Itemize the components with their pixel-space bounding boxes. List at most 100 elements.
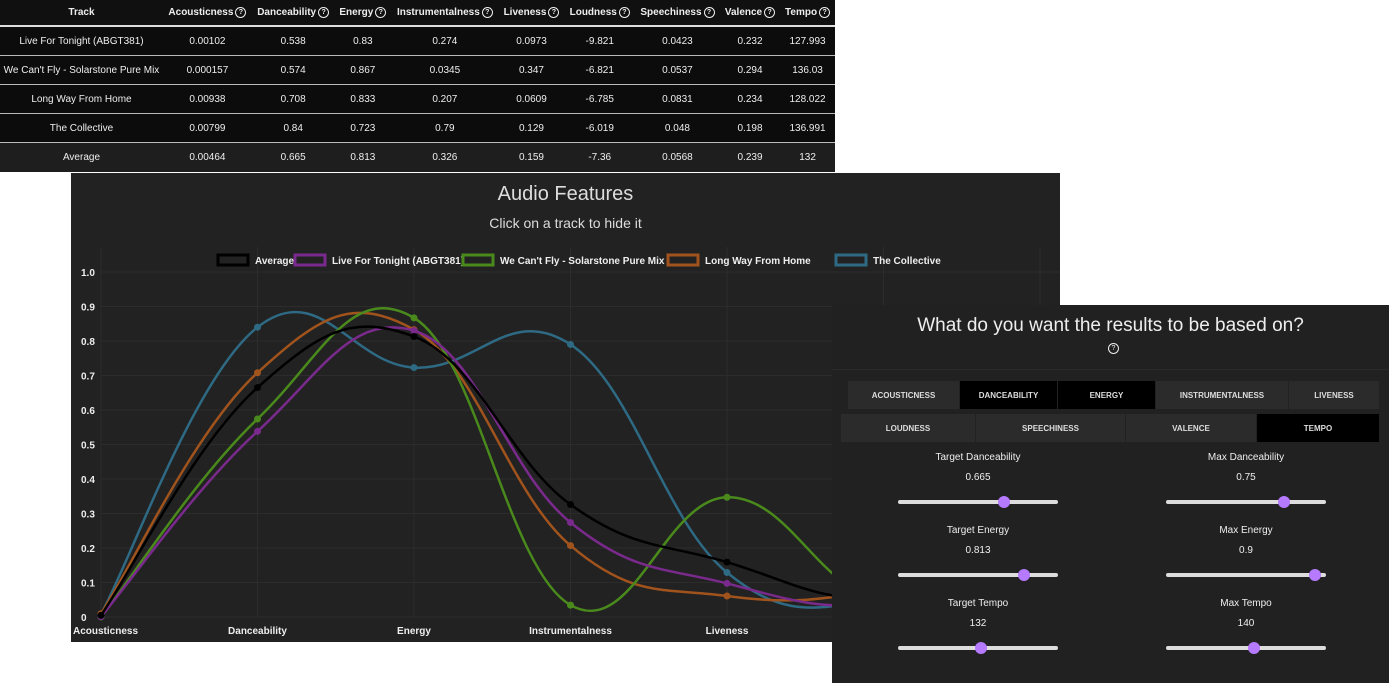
- table-cell: 0.0345: [391, 55, 499, 85]
- slider-value: 140: [1237, 618, 1255, 629]
- legend-item-average[interactable]: Average: [216, 253, 295, 267]
- x-tick-label: Energy: [397, 626, 431, 637]
- y-tick-label: 0.2: [81, 544, 95, 555]
- max-energy-slider[interactable]: [1166, 569, 1326, 581]
- column-header-valence[interactable]: Valence?: [719, 0, 781, 27]
- data-point[interactable]: [254, 427, 261, 435]
- data-point[interactable]: [567, 518, 574, 526]
- table-cell: 0.00102: [162, 26, 252, 56]
- max-danceability-slider[interactable]: [1166, 496, 1326, 508]
- column-header-acousticness[interactable]: Acousticness?: [162, 0, 252, 27]
- question-circle-icon[interactable]: ?: [703, 6, 715, 18]
- y-tick-label: 0.1: [81, 579, 95, 590]
- data-point[interactable]: [254, 384, 261, 392]
- data-point[interactable]: [410, 333, 418, 341]
- table-cell: 0.129: [498, 113, 565, 143]
- average-row: Average 0.00464 0.665 0.813 0.326 0.159 -7.36 0…: [0, 142, 835, 171]
- column-header-label: Track: [68, 7, 95, 18]
- table-cell: 0.239: [719, 142, 781, 171]
- column-header-tempo[interactable]: Tempo?: [780, 0, 835, 27]
- data-point[interactable]: [254, 369, 261, 377]
- tab-loudness[interactable]: LOUDNESS: [841, 414, 976, 442]
- column-header-speechiness[interactable]: Speechiness?: [634, 0, 720, 27]
- slider-thumb[interactable]: [1308, 569, 1321, 581]
- data-point[interactable]: [97, 611, 105, 619]
- column-header-instrumentalness[interactable]: Instrumentalness?: [391, 0, 499, 27]
- data-point[interactable]: [723, 592, 731, 600]
- data-point[interactable]: [567, 340, 574, 348]
- column-header-label: Valence: [724, 7, 763, 19]
- question-circle-icon[interactable]: ?: [1108, 343, 1119, 354]
- legend-label: Live For Tonight (ABGT381): [332, 256, 464, 267]
- data-point[interactable]: [567, 542, 574, 550]
- data-point[interactable]: [567, 601, 574, 609]
- legend-item-we-can-t-fly-solarstone-pure-mix[interactable]: We Can't Fly - Solarstone Pure Mix: [461, 253, 665, 267]
- slider-label: Target Energy: [946, 525, 1010, 536]
- question-circle-icon[interactable]: ?: [618, 6, 630, 18]
- question-circle-icon[interactable]: ?: [235, 6, 247, 18]
- tab-valence[interactable]: VALENCE: [1126, 414, 1257, 442]
- slider-thumb[interactable]: [1277, 496, 1290, 508]
- question-circle-icon[interactable]: ?: [318, 6, 330, 18]
- data-point[interactable]: [723, 568, 731, 576]
- question-circle-icon[interactable]: ?: [819, 6, 831, 18]
- target-danceability-slider[interactable]: [898, 496, 1058, 508]
- slider-thumb[interactable]: [1248, 642, 1260, 654]
- target-energy-slider[interactable]: [898, 569, 1058, 581]
- table-cell: -6.785: [564, 84, 635, 114]
- legend-item-the-collective[interactable]: The Collective: [834, 253, 941, 267]
- slider-thumb[interactable]: [1018, 569, 1031, 581]
- question-circle-icon[interactable]: ?: [764, 6, 776, 18]
- legend-item-long-way-from-home[interactable]: Long Way From Home: [666, 253, 811, 267]
- tab-acousticness[interactable]: ACOUSTICNESS: [848, 381, 960, 409]
- target-danceability-slider-group: Target Danceability 0.665: [898, 452, 1058, 508]
- tab-instrumentalness[interactable]: INSTRUMENTALNESS: [1156, 381, 1289, 409]
- tab-tempo[interactable]: TEMPO: [1257, 414, 1380, 442]
- x-tick-label: Danceability: [228, 626, 287, 637]
- table-cell: 0.723: [334, 113, 392, 143]
- legend-label: Average: [255, 256, 295, 267]
- data-point[interactable]: [254, 415, 261, 423]
- max-tempo-slider[interactable]: [1166, 642, 1326, 654]
- table-header-row: Track Acousticness? Danceability? Energy? In…: [0, 0, 835, 27]
- question-circle-icon[interactable]: ?: [375, 6, 387, 18]
- legend-swatch: [461, 253, 495, 267]
- data-point[interactable]: [410, 314, 418, 322]
- data-point[interactable]: [723, 558, 731, 566]
- x-tick-label: Acousticness: [73, 626, 138, 637]
- column-header-track[interactable]: Track: [0, 0, 163, 27]
- data-point[interactable]: [410, 364, 418, 372]
- legend-label: We Can't Fly - Solarstone Pure Mix: [500, 256, 665, 267]
- table-cell: 0.048: [634, 113, 720, 143]
- max-danceability-slider-group: Max Danceability 0.75: [1166, 452, 1326, 508]
- tab-energy[interactable]: ENERGY: [1058, 381, 1156, 409]
- target-tempo-slider[interactable]: [898, 642, 1058, 654]
- table-cell: 0.159: [498, 142, 565, 171]
- column-header-liveness[interactable]: Liveness?: [498, 0, 565, 27]
- legend-item-live-for-tonight-abgt381[interactable]: Live For Tonight (ABGT381): [293, 253, 464, 267]
- table-cell: 0.83: [334, 26, 392, 56]
- data-point[interactable]: [254, 323, 261, 331]
- data-point[interactable]: [723, 493, 731, 501]
- question-circle-icon[interactable]: ?: [548, 6, 560, 18]
- data-point[interactable]: [723, 579, 731, 587]
- column-header-energy[interactable]: Energy?: [334, 0, 392, 27]
- column-header-loudness[interactable]: Loudness?: [564, 0, 635, 27]
- question-circle-icon[interactable]: ?: [481, 6, 493, 18]
- slider-thumb[interactable]: [998, 496, 1011, 508]
- slider-thumb[interactable]: [975, 642, 988, 654]
- table-cell: 0.0423: [634, 26, 720, 56]
- y-tick-label: 0: [81, 613, 87, 624]
- max-tempo-slider-group: Max Tempo 140: [1166, 598, 1326, 654]
- feature-tabs-row-1: ACOUSTICNESS DANCEABILITY ENERGY INSTRUMENT…: [848, 381, 1380, 409]
- data-point[interactable]: [567, 501, 574, 509]
- slider-value: 0.665: [965, 472, 991, 483]
- table-cell: -6.821: [564, 55, 635, 85]
- tab-speechiness[interactable]: SPEECHINESS: [976, 414, 1126, 442]
- tab-liveness[interactable]: LIVENESS: [1289, 381, 1380, 409]
- column-header-danceability[interactable]: Danceability?: [251, 0, 335, 27]
- table-cell: 0.0831: [634, 84, 720, 114]
- tab-danceability[interactable]: DANCEABILITY: [960, 381, 1058, 409]
- track-name-cell: Live For Tonight (ABGT381): [0, 26, 163, 56]
- y-tick-label: 0.5: [81, 441, 95, 452]
